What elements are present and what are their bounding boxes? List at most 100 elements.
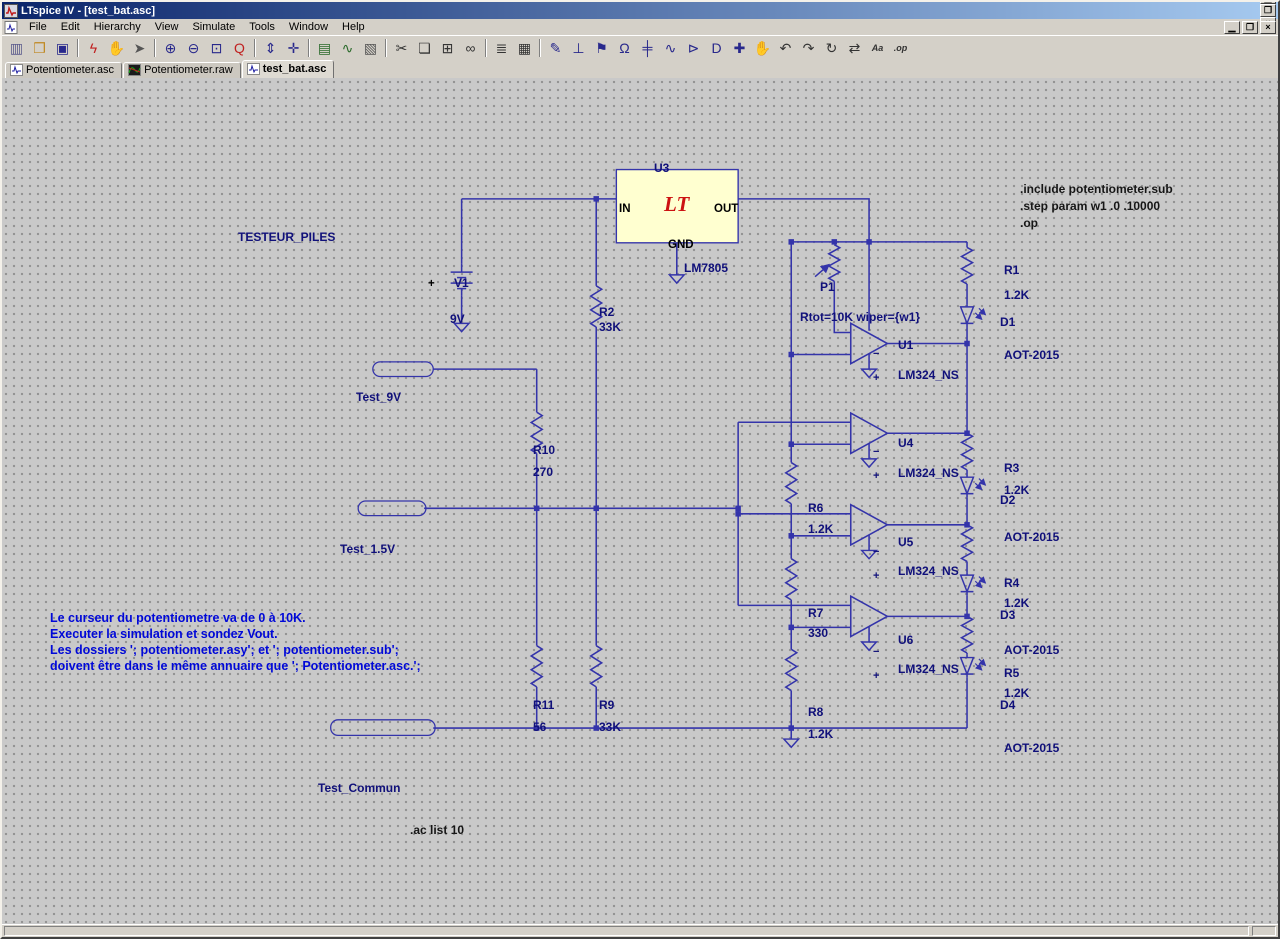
schematic-canvas[interactable]: TESTEUR_PILES U3 IN OUT GND LT LM7805 V1 9V + R2 33… (2, 78, 1278, 924)
mdi-restore-button[interactable]: ❐ (1242, 20, 1258, 34)
net-flag-test-1v5[interactable] (357, 500, 427, 517)
text-button[interactable]: Aa (866, 38, 889, 59)
cut-button[interactable]: ✂ (390, 38, 413, 59)
run-icon: ϟ (89, 40, 98, 56)
copy-button[interactable]: ❏ (413, 38, 436, 59)
open-button[interactable]: ❒ (28, 38, 51, 59)
tab-test-bat-asc[interactable]: test_bat.asc (241, 60, 335, 78)
print-button[interactable]: ▦ (513, 38, 536, 59)
toolbar-separator (539, 39, 541, 57)
mdi-close-button[interactable]: × (1260, 20, 1276, 34)
rotate-button[interactable]: ↻ (820, 38, 843, 59)
resistor-R7[interactable] (784, 558, 799, 601)
ground-symbol[interactable] (860, 549, 879, 560)
add-trace-button[interactable]: ∿ (336, 38, 359, 59)
zoom-area-button[interactable]: ⊡ (205, 38, 228, 59)
app-window: LTspice IV - [test_bat.asc] ▁❐× FileEdit… (0, 0, 1280, 939)
resistor-R10[interactable] (529, 411, 544, 455)
print-preview-button[interactable]: ≣ (490, 38, 513, 59)
junction (866, 239, 872, 245)
ground-symbol[interactable] (860, 458, 879, 469)
junction (593, 196, 599, 202)
cut-icon: ✂ (395, 40, 408, 56)
menu-window[interactable]: Window (282, 20, 335, 34)
window-restore-button[interactable]: ❐ (1260, 4, 1276, 17)
wire[interactable] (738, 198, 870, 242)
menu-view[interactable]: View (148, 20, 186, 34)
resistor-P1[interactable] (827, 243, 842, 282)
pointer-button[interactable]: ➤ (128, 38, 151, 59)
component-button[interactable]: D (705, 38, 728, 59)
toolbar-separator (385, 39, 387, 57)
net-label-button[interactable]: ⚑ (590, 38, 613, 59)
run-button[interactable]: ϟ (82, 38, 105, 59)
ground-button[interactable]: ⊥ (567, 38, 590, 59)
schematic-drawing[interactable] (2, 78, 1278, 924)
drag-button[interactable]: ✋ (751, 38, 774, 59)
resistor-R1[interactable] (959, 246, 975, 285)
menu-simulate[interactable]: Simulate (185, 20, 242, 34)
net-flag-test-commun[interactable] (330, 719, 436, 737)
menu-help[interactable]: Help (335, 20, 372, 34)
mdi-minimize-button[interactable]: ▁ (1224, 20, 1240, 34)
toolbar-separator (77, 39, 79, 57)
battery-V1[interactable] (450, 263, 473, 296)
led-D1[interactable] (959, 304, 987, 328)
ground-symbol[interactable] (860, 641, 879, 652)
led-D3[interactable] (959, 572, 987, 596)
junction (788, 351, 794, 358)
resistor-R9[interactable] (589, 645, 604, 688)
new-schematic-button[interactable]: ▥ (5, 38, 28, 59)
spice-directive-button[interactable]: .op (889, 38, 912, 59)
tab-potentiometer-asc[interactable]: Potentiometer.asc (5, 62, 123, 78)
regulator-U3[interactable] (615, 168, 739, 244)
wire-button[interactable]: ✎ (544, 38, 567, 59)
resistor-R8[interactable] (784, 648, 799, 692)
led-D2[interactable] (959, 474, 987, 498)
save-button[interactable]: ▣ (51, 38, 74, 59)
zoom-in-button[interactable]: ⊕ (159, 38, 182, 59)
title-bar[interactable]: LTspice IV - [test_bat.asc] ▁❐× (2, 2, 1278, 30)
menu-tools[interactable]: Tools (242, 20, 282, 34)
ground-symbol[interactable] (782, 738, 801, 749)
new-schematic-icon: ▥ (9, 40, 24, 56)
halt-button[interactable]: ✋ (105, 38, 128, 59)
autorange-button[interactable]: ⇕ (259, 38, 282, 59)
resistor-button[interactable]: Ω (613, 38, 636, 59)
resistor-R2[interactable] (589, 285, 604, 328)
resistor-R11[interactable] (529, 645, 544, 688)
tab-label: Potentiometer.asc (26, 64, 115, 76)
resistor-R6[interactable] (784, 461, 799, 505)
capacitor-button[interactable]: ╪ (636, 38, 659, 59)
plot-pane-button[interactable]: ▤ (313, 38, 336, 59)
undo-button[interactable]: ↶ (774, 38, 797, 59)
junction (788, 441, 794, 447)
autorange-icon: ⇕ (264, 40, 277, 56)
diode-button[interactable]: ⊳ (682, 38, 705, 59)
move-button[interactable]: ✚ (728, 38, 751, 59)
tab-potentiometer-raw[interactable]: Potentiometer.raw (123, 62, 241, 78)
inductor-button[interactable]: ∿ (659, 38, 682, 59)
redo-button[interactable]: ↷ (797, 38, 820, 59)
resistor-R3[interactable] (959, 432, 975, 471)
paste-button[interactable]: ⊞ (436, 38, 459, 59)
ground-symbol[interactable] (452, 322, 471, 333)
led-D4[interactable] (959, 654, 987, 678)
menu-hierarchy[interactable]: Hierarchy (87, 20, 148, 34)
resistor-R4[interactable] (959, 524, 975, 563)
ground-symbol[interactable] (860, 368, 879, 379)
find-button[interactable]: ∞ (459, 38, 482, 59)
move-icon: ✚ (733, 40, 746, 56)
zoom-out-button[interactable]: ⊖ (182, 38, 205, 59)
ground-symbol[interactable] (667, 274, 686, 285)
resistor-R5[interactable] (959, 615, 975, 654)
menu-edit[interactable]: Edit (54, 20, 87, 34)
wire[interactable] (833, 281, 851, 334)
pan-button[interactable]: ✛ (282, 38, 305, 59)
net-flag-test-9v[interactable] (372, 361, 434, 378)
menu-file[interactable]: File (22, 20, 54, 34)
zoom-full-button[interactable]: Q (228, 38, 251, 59)
resize-grip[interactable] (1252, 926, 1276, 936)
mirror-button[interactable]: ⇄ (843, 38, 866, 59)
cascade-button[interactable]: ▧ (359, 38, 382, 59)
